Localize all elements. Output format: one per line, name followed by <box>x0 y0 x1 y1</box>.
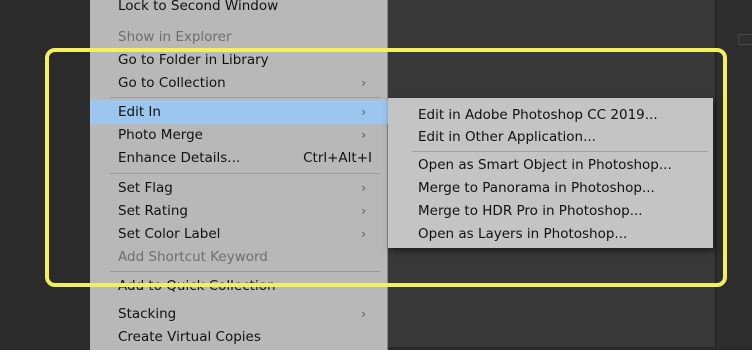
menu-item-stacking[interactable]: Stacking › <box>90 302 388 326</box>
submenu-item-merge-to-hdr-pro[interactable]: Merge to HDR Pro in Photoshop... <box>388 200 713 223</box>
background-right-panel <box>716 0 752 347</box>
menu-item-go-to-folder-in-library[interactable]: Go to Folder in Library <box>90 48 388 72</box>
chevron-right-icon: › <box>361 307 366 321</box>
submenu-item-edit-in-other-application[interactable]: Edit in Other Application... <box>388 126 713 149</box>
submenu-item-merge-to-panorama[interactable]: Merge to Panorama in Photoshop... <box>388 177 713 200</box>
menu-item-set-flag[interactable]: Set Flag › <box>90 176 388 200</box>
menu-separator <box>110 271 380 272</box>
menu-item-set-color-label[interactable]: Set Color Label › <box>90 222 388 246</box>
chevron-right-icon: › <box>361 204 366 218</box>
menu-item-show-in-explorer: Show in Explorer <box>118 29 232 45</box>
chevron-right-icon: › <box>361 181 366 195</box>
menu-item-create-virtual-copies[interactable]: Create Virtual Copies <box>90 325 388 349</box>
menu-item-add-to-quick-collection[interactable]: Add to Quick Collection <box>90 274 388 298</box>
submenu-separator <box>412 151 708 152</box>
chevron-right-icon: › <box>361 227 366 241</box>
shortcut-label: Ctrl+Alt+I <box>303 150 372 166</box>
menu-item-set-rating[interactable]: Set Rating › <box>90 199 388 223</box>
panel-toggle-icon[interactable] <box>738 34 752 45</box>
menu-item-enhance-details[interactable]: Enhance Details... Ctrl+Alt+I <box>90 146 388 170</box>
submenu-item-edit-in-photoshop[interactable]: Edit in Adobe Photoshop CC 2019... <box>388 104 713 127</box>
context-menu: Lock to Second Window Show in Explorer G… <box>90 0 388 350</box>
menu-item-photo-merge[interactable]: Photo Merge › <box>90 123 388 147</box>
menu-item-edit-in[interactable]: Edit In › <box>90 100 388 124</box>
background-left-panel <box>0 0 90 347</box>
submenu-item-open-as-layers[interactable]: Open as Layers in Photoshop... <box>388 223 713 246</box>
menu-separator <box>110 97 380 98</box>
menu-item-lock-to-second-window[interactable]: Lock to Second Window <box>90 0 388 18</box>
chevron-right-icon: › <box>361 128 366 142</box>
menu-separator <box>110 173 380 174</box>
submenu-item-open-as-smart-object[interactable]: Open as Smart Object in Photoshop... <box>388 154 713 177</box>
chevron-right-icon: › <box>361 105 366 119</box>
menu-item-add-shortcut-keyword: Add Shortcut Keyword <box>118 249 268 265</box>
menu-item-go-to-collection[interactable]: Go to Collection › <box>90 71 388 95</box>
edit-in-submenu: Edit in Adobe Photoshop CC 2019... Edit … <box>388 98 713 248</box>
chevron-right-icon: › <box>361 76 366 90</box>
